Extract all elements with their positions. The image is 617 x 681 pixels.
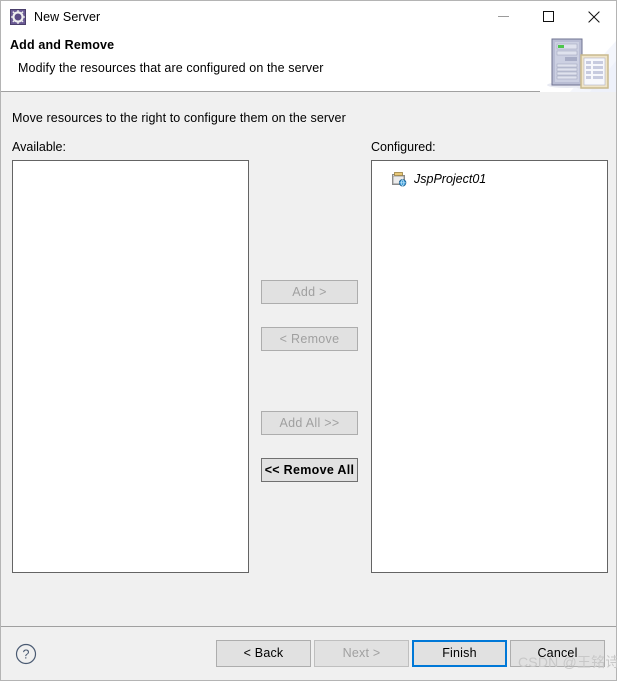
add-all-button[interactable]: Add All >> [261,411,358,435]
window-controls [481,1,616,32]
available-list[interactable] [12,160,249,573]
back-button[interactable]: < Back [216,640,311,667]
dialog-body: Move resources to the right to configure… [1,92,616,626]
help-icon[interactable]: ? [15,643,37,665]
new-server-dialog: New Server Add and Remove Modify the res… [0,0,617,681]
instruction-text: Move resources to the right to configure… [12,111,346,125]
server-and-document-icon [540,31,616,92]
next-button[interactable]: Next > [314,640,409,667]
footer-button-group: < Back Next > Finish Cancel [213,640,605,667]
window-title: New Server [34,9,101,24]
available-label: Available: [12,140,66,154]
cancel-button[interactable]: Cancel [510,640,605,667]
remove-button[interactable]: < Remove [261,327,358,351]
add-button[interactable]: Add > [261,280,358,304]
configured-list[interactable]: JspProject01 [371,160,608,573]
list-item-label: JspProject01 [414,172,487,186]
server-gear-icon [10,8,26,25]
project-globe-icon [391,171,407,187]
page-subtitle: Modify the resources that are configured… [18,61,324,75]
title-bar: New Server [1,1,616,32]
maximize-button[interactable] [526,1,571,32]
list-item[interactable]: JspProject01 [372,169,607,189]
dialog-footer: ? < Back Next > Finish Cancel [1,626,616,680]
close-button[interactable] [571,1,616,32]
page-title: Add and Remove [10,38,115,52]
remove-all-button[interactable]: << Remove All [261,458,358,482]
configured-label: Configured: [371,140,436,154]
finish-button[interactable]: Finish [412,640,507,667]
minimize-button[interactable] [481,1,526,32]
svg-text:?: ? [23,648,30,662]
wizard-header: Add and Remove Modify the resources that… [1,31,616,92]
